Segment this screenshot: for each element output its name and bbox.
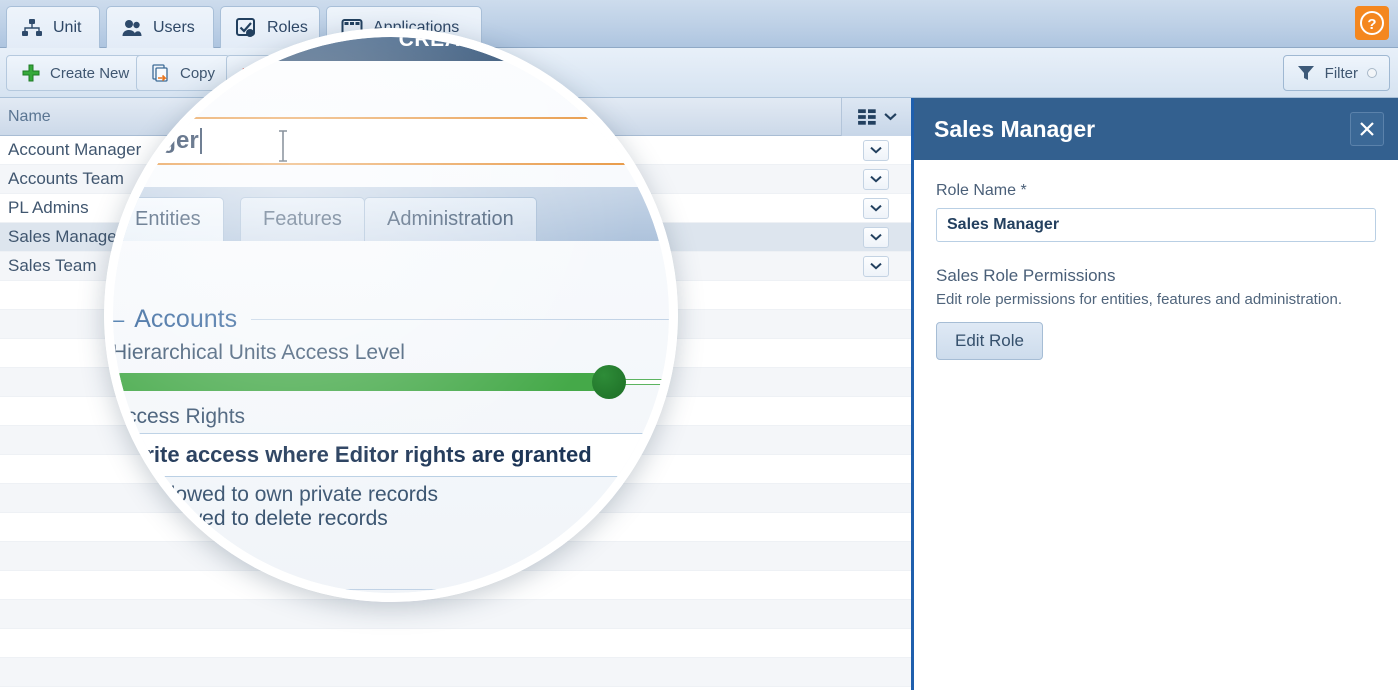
tab-unit-label: Unit <box>53 19 81 37</box>
tab-roles-label: Roles <box>267 19 308 37</box>
zoom-access-slider-knob[interactable] <box>592 365 626 399</box>
permissions-description: Edit role permissions for entities, feat… <box>936 291 1376 308</box>
zoom-private-records-checkbox[interactable] <box>116 487 136 507</box>
users-icon <box>121 17 143 39</box>
zoom-hierarchical-access-label: Hierarchical Units Access Level <box>113 341 405 365</box>
zoom-accounts-section-header[interactable]: – Accounts <box>113 305 669 334</box>
filter-funnel-icon <box>1296 63 1316 83</box>
detail-panel-header: Sales Manager <box>914 98 1398 160</box>
question-mark-icon: ? <box>1359 10 1385 36</box>
zoom-contacts-section-header[interactable]: ts <box>160 575 669 593</box>
zoom-contacts-title: ts <box>160 575 179 593</box>
detail-panel-body: Role Name * Sales Manager Sales Role Per… <box>914 160 1398 360</box>
zoom-access-rights-select[interactable]: Write access where Editor rights are gra… <box>113 433 669 477</box>
empty-row <box>0 658 911 687</box>
zoom-access-slider-fill <box>113 373 602 391</box>
role-name-input[interactable]: Sales Manager <box>936 208 1376 242</box>
ibeam-cursor-icon <box>276 129 290 168</box>
row-menu-button[interactable] <box>841 256 911 277</box>
empty-row <box>0 600 911 629</box>
zoom-private-records-label: Allowed to own private records <box>152 483 438 507</box>
tab-users-label: Users <box>153 19 195 37</box>
chevron-down-icon <box>884 112 897 121</box>
permissions-heading: Sales Role Permissions <box>936 266 1376 286</box>
zoom-tab-features[interactable]: Features <box>240 197 365 241</box>
chevron-down-icon <box>863 169 889 190</box>
zoom-tab-administration[interactable]: Administration <box>364 197 537 241</box>
filter-status-dot <box>1367 68 1377 78</box>
collapse-icon[interactable]: – <box>113 307 124 333</box>
text-caret <box>200 128 202 154</box>
zoom-name-label: e * <box>148 89 172 112</box>
columns-picker-button[interactable] <box>841 98 911 136</box>
empty-row <box>0 629 911 658</box>
chevron-down-icon <box>863 198 889 219</box>
filter-label: Filter <box>1325 65 1358 82</box>
chevron-down-icon <box>863 140 889 161</box>
zoom-dialog-title: CREATE USER ROLE <box>113 37 669 61</box>
svg-text:?: ? <box>1367 16 1376 33</box>
chevron-down-icon <box>863 227 889 248</box>
zoom-name-input[interactable]: ager <box>113 117 669 165</box>
filter-button[interactable]: Filter <box>1283 55 1390 91</box>
role-detail-panel: Sales Manager Role Name * Sales Manager … <box>911 98 1398 690</box>
magnifier-content: CREATE USER ROLE e * ager Entities Featu… <box>113 37 669 593</box>
row-menu-button[interactable] <box>841 140 911 161</box>
zoom-name-value: ager <box>148 127 199 155</box>
org-chart-icon <box>21 17 43 39</box>
zoomed-create-user-role-dialog: CREATE USER ROLE e * ager Entities Featu… <box>113 37 669 593</box>
section-divider <box>251 319 669 320</box>
row-menu-button[interactable] <box>841 227 911 248</box>
detail-panel-title: Sales Manager <box>934 116 1095 143</box>
close-icon <box>1357 119 1377 139</box>
columns-grid-icon <box>857 108 879 126</box>
zoom-accounts-title: Accounts <box>134 305 237 334</box>
close-panel-button[interactable] <box>1350 112 1384 146</box>
section-divider <box>193 589 669 590</box>
zoom-tab-entities[interactable]: Entities <box>113 197 224 241</box>
edit-role-button[interactable]: Edit Role <box>936 322 1043 360</box>
help-button[interactable]: ? <box>1355 6 1389 40</box>
zoom-delete-records-checkbox[interactable] <box>116 511 136 531</box>
chevron-down-icon <box>863 256 889 277</box>
row-menu-button[interactable] <box>841 169 911 190</box>
application-window: Unit Users Roles Applications <box>0 0 1398 690</box>
roles-checkbox-icon <box>235 17 257 39</box>
zoom-delete-records-label: Allowed to delete records <box>152 507 388 531</box>
row-menu-button[interactable] <box>841 198 911 219</box>
tab-unit[interactable]: Unit <box>6 6 100 48</box>
plus-icon <box>21 63 41 83</box>
zoom-access-rights-label: Access Rights <box>113 405 245 429</box>
magnifier-lens: CREATE USER ROLE e * ager Entities Featu… <box>104 28 678 602</box>
role-name-label: Role Name * <box>936 182 1376 200</box>
